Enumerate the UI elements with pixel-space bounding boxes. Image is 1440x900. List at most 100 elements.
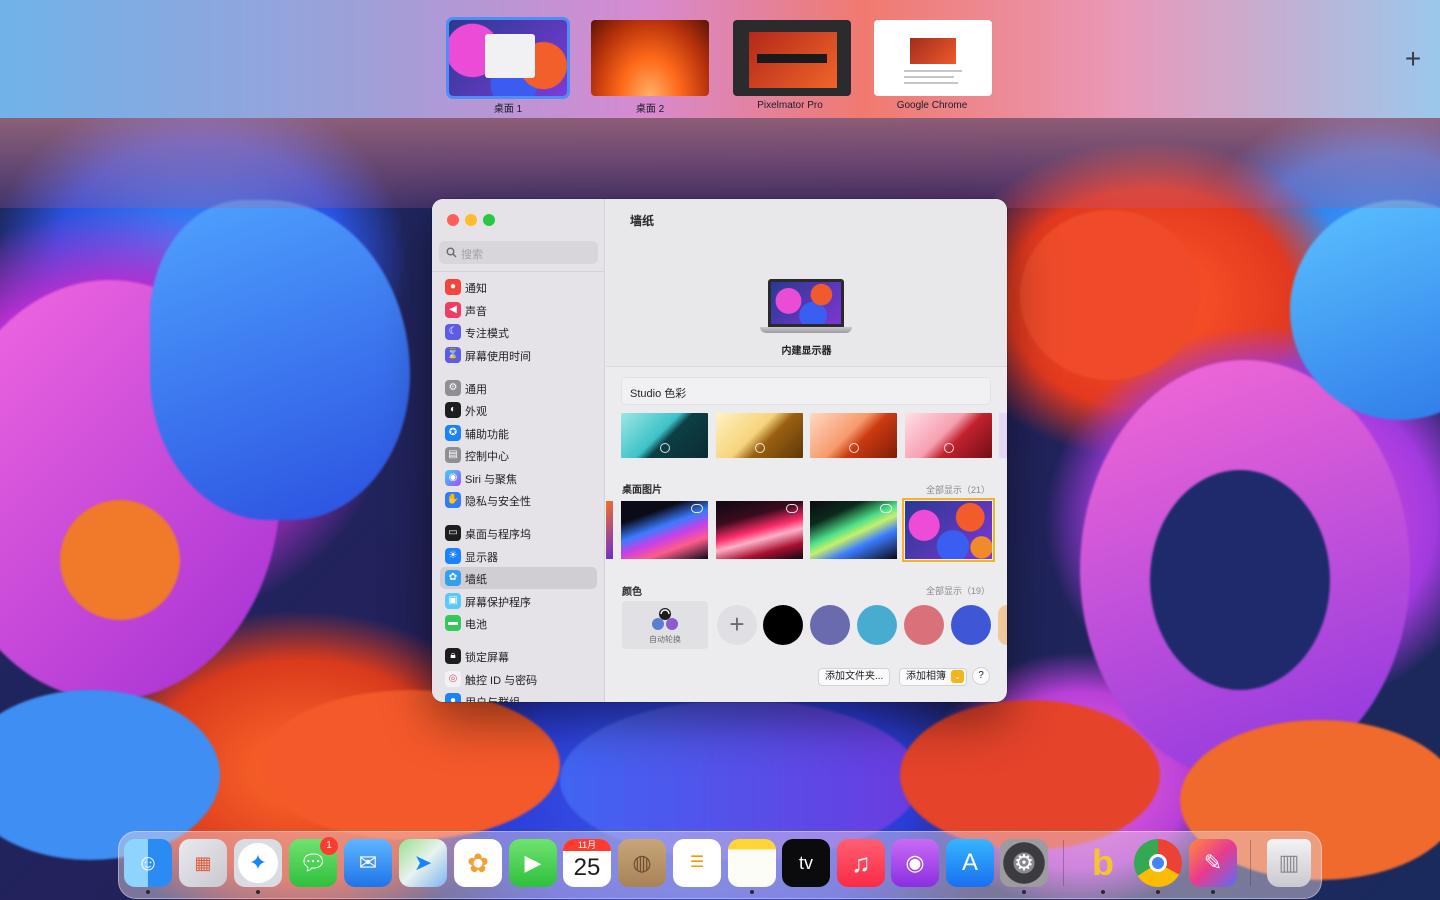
help-button[interactable]: ? bbox=[972, 667, 990, 685]
sidebar-item-general[interactable]: ⚙ 通用 bbox=[440, 377, 597, 399]
running-indicator bbox=[256, 890, 260, 894]
sidebar-item-accessibility[interactable]: ✪ 辅助功能 bbox=[440, 422, 597, 444]
space-pixelmator-pro[interactable] bbox=[733, 20, 851, 96]
desktop-picture-2[interactable] bbox=[716, 501, 803, 559]
sidebar-item-control-center[interactable]: ▤ 控制中心 bbox=[440, 444, 597, 466]
auto-rotate-tile[interactable]: 自动轮换 bbox=[622, 601, 708, 649]
display-thumbnail[interactable] bbox=[768, 279, 844, 327]
add-space-button[interactable]: + bbox=[1398, 44, 1428, 74]
add-folder-button[interactable]: 添加文件夹... bbox=[818, 668, 891, 686]
music-icon[interactable]: ♫ bbox=[837, 839, 885, 887]
wallpaper-category-select[interactable]: Studio 色彩 bbox=[621, 377, 991, 405]
sidebar-item-privacy-security[interactable]: ✋ 隐私与安全性 bbox=[440, 489, 597, 511]
studio-color-wallpaper-yellow[interactable] bbox=[716, 413, 803, 458]
close-window-button[interactable] bbox=[447, 214, 459, 226]
sidebar-item-label: 控制中心 bbox=[465, 451, 509, 463]
sidebar-item-displays[interactable]: ☀ 显示器 bbox=[440, 545, 597, 567]
wallpaper-shape bbox=[1020, 210, 1200, 380]
safari-icon[interactable]: ✦ bbox=[234, 839, 282, 887]
studio-color-wallpaper-teal[interactable] bbox=[621, 413, 708, 458]
calendar-icon[interactable]: 11月 25 bbox=[563, 839, 611, 887]
sun-icon: ☀ bbox=[445, 548, 461, 564]
auto-rotate-label: 自动轮换 bbox=[649, 635, 681, 644]
sidebar-item-screen-time[interactable]: ⌛ 屏幕使用时间 bbox=[440, 344, 597, 366]
laptop-base bbox=[760, 327, 852, 333]
sidebar-item-lock-screen[interactable]: 🔒︎ 锁定屏幕 bbox=[440, 645, 597, 667]
podcasts-icon[interactable]: ◉ bbox=[891, 839, 939, 887]
pixelmator-icon[interactable]: ✎ bbox=[1189, 839, 1237, 887]
running-indicator bbox=[750, 890, 754, 894]
chrome-center bbox=[1149, 854, 1167, 872]
display-preview-area: 墙纸 内建显示器 bbox=[606, 199, 1007, 367]
minimize-window-button[interactable] bbox=[465, 214, 477, 226]
sidebar-item-sound[interactable]: ◀ 声音 bbox=[440, 299, 597, 321]
running-indicator bbox=[1022, 890, 1026, 894]
studio-color-wallpaper-partial[interactable] bbox=[999, 413, 1007, 458]
search-placeholder: 搜索 bbox=[461, 249, 483, 261]
sidebar-item-screen-saver[interactable]: ▣ 屏幕保护程序 bbox=[440, 590, 597, 612]
studio-color-wallpaper-red[interactable] bbox=[905, 413, 992, 458]
contacts-icon[interactable]: ◍ bbox=[618, 839, 666, 887]
trash-icon[interactable]: ▥ bbox=[1267, 839, 1311, 887]
sidebar-item-label: 显示器 bbox=[465, 552, 498, 564]
color-swatch-teal[interactable] bbox=[857, 605, 897, 645]
sidebar-item-label: 锁定屏幕 bbox=[465, 652, 509, 664]
color-swatch-blue[interactable] bbox=[951, 605, 991, 645]
sidebar-search-field[interactable]: 搜索 bbox=[439, 241, 598, 264]
sidebar-item-battery[interactable]: ▬ 电池 bbox=[440, 612, 597, 634]
facetime-icon[interactable]: ▶ bbox=[509, 839, 557, 887]
studio-color-wallpaper-orange[interactable] bbox=[810, 413, 897, 458]
colors-heading: 颜色 bbox=[622, 587, 642, 598]
appstore-icon[interactable]: A bbox=[946, 839, 994, 887]
sidebar-item-label: 用户与群组 bbox=[465, 694, 520, 702]
space-desktop-2[interactable] bbox=[591, 20, 709, 96]
reminders-icon[interactable]: ☰ bbox=[673, 839, 721, 887]
appletv-icon[interactable]: tv bbox=[782, 839, 830, 887]
photos-icon[interactable]: ✿ bbox=[454, 839, 502, 887]
moon-icon: ☾ bbox=[445, 324, 461, 340]
desktop-picture-1[interactable] bbox=[621, 501, 708, 559]
maps-icon[interactable]: ➤ bbox=[399, 839, 447, 887]
color-swatch-pink[interactable] bbox=[904, 605, 944, 645]
add-album-button[interactable]: 添加相簿 ⌄ bbox=[899, 668, 967, 686]
sidebar-item-notifications[interactable]: ● 通知 bbox=[440, 276, 597, 298]
mail-icon[interactable]: ✉ bbox=[344, 839, 392, 887]
sidebar-item-label: 电池 bbox=[465, 619, 487, 631]
color-swatch-partial[interactable] bbox=[998, 605, 1007, 645]
sidebar-item-siri-spotlight[interactable]: ◉ Siri 与聚焦 bbox=[440, 467, 597, 489]
space-google-chrome[interactable] bbox=[874, 20, 992, 96]
sidebar-item-wallpaper[interactable]: ✿ 墙纸 bbox=[440, 567, 597, 589]
finder-icon[interactable]: ☺ bbox=[124, 839, 172, 887]
sidebar-item-users-groups[interactable]: ● 用户与群组 bbox=[440, 690, 597, 702]
chrome-icon[interactable] bbox=[1134, 839, 1182, 887]
wallpaper-shape bbox=[60, 500, 180, 620]
color-swatch-purple[interactable] bbox=[810, 605, 850, 645]
add-color-button[interactable]: + bbox=[717, 605, 757, 645]
desktop-pictures-show-all[interactable]: 全部显示（21） bbox=[926, 483, 990, 496]
running-indicator bbox=[1211, 890, 1215, 894]
sidebar-item-touch-id[interactable]: ◎ 触控 ID 与密码 bbox=[440, 668, 597, 690]
sidebar-item-focus[interactable]: ☾ 专注模式 bbox=[440, 321, 597, 343]
color-swatch-black[interactable] bbox=[763, 605, 803, 645]
auto-rotate-icon bbox=[652, 608, 678, 630]
colors-show-all[interactable]: 全部显示（19） bbox=[926, 584, 990, 597]
launchpad-icon[interactable]: ▦ bbox=[179, 839, 227, 887]
download-icon bbox=[659, 443, 670, 453]
desktop-picture-3[interactable] bbox=[810, 501, 897, 559]
desktop-picture-selected[interactable] bbox=[902, 498, 995, 562]
notes-icon[interactable] bbox=[728, 839, 776, 887]
sidebar-item-desktop-dock[interactable]: ▭ 桌面与程序坞 bbox=[440, 522, 597, 544]
space-label: Google Chrome bbox=[896, 100, 968, 111]
space-window-thumbnail bbox=[910, 38, 956, 64]
dock-icon: ▭ bbox=[445, 525, 461, 541]
calendar-month: 11月 bbox=[563, 839, 611, 851]
bell-icon: ● bbox=[445, 279, 461, 295]
sidebar-item-appearance[interactable]: ◐ 外观 bbox=[440, 399, 597, 421]
desktop-picture-partial[interactable] bbox=[606, 501, 613, 559]
system-settings-icon[interactable]: ⚙ bbox=[1000, 839, 1048, 887]
dock-separator bbox=[1063, 840, 1064, 886]
cloud-download-icon bbox=[691, 504, 703, 513]
space-desktop-1[interactable] bbox=[446, 17, 570, 99]
bing-icon[interactable]: b bbox=[1079, 839, 1127, 887]
zoom-window-button[interactable] bbox=[483, 214, 495, 226]
